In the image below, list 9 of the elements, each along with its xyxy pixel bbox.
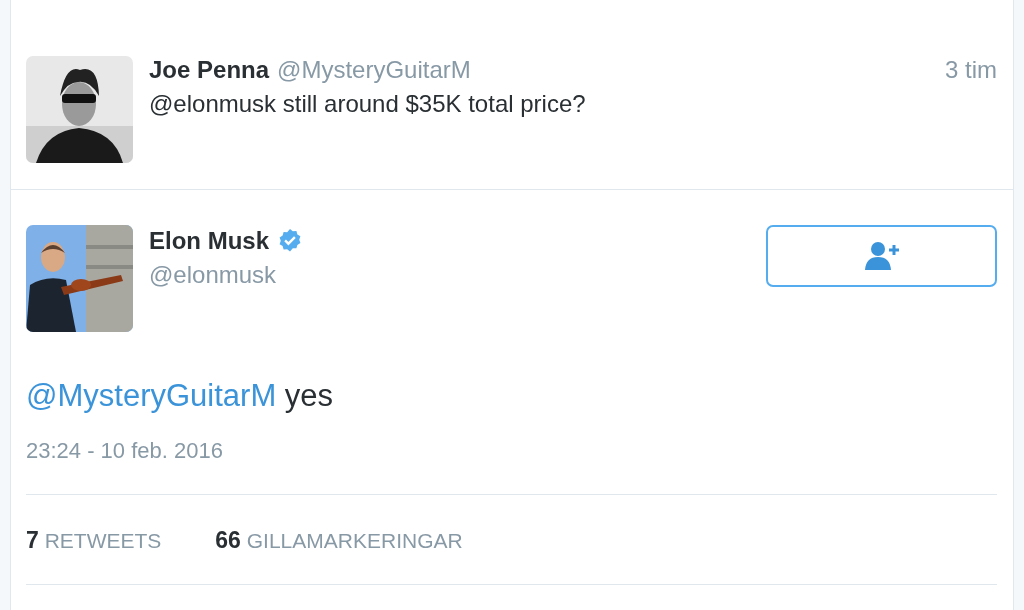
tweet-timestamp: 23:24 - 10 feb. 2016 [26, 438, 997, 495]
author-name[interactable]: Joe Penna [149, 56, 270, 84]
author-name[interactable]: Elon Musk [149, 227, 269, 255]
stat-count[interactable]: 66 GILLAMARKERINGAR [215, 527, 463, 554]
tweet-text: @MysteryGuitarM yes [26, 378, 335, 414]
add-user-icon [862, 241, 901, 271]
tweet-text: @elonmusk still around $35K total price? [149, 90, 587, 118]
stat-count[interactable]: 7 RETWEETS [26, 527, 162, 554]
follow-button[interactable] [766, 225, 997, 287]
